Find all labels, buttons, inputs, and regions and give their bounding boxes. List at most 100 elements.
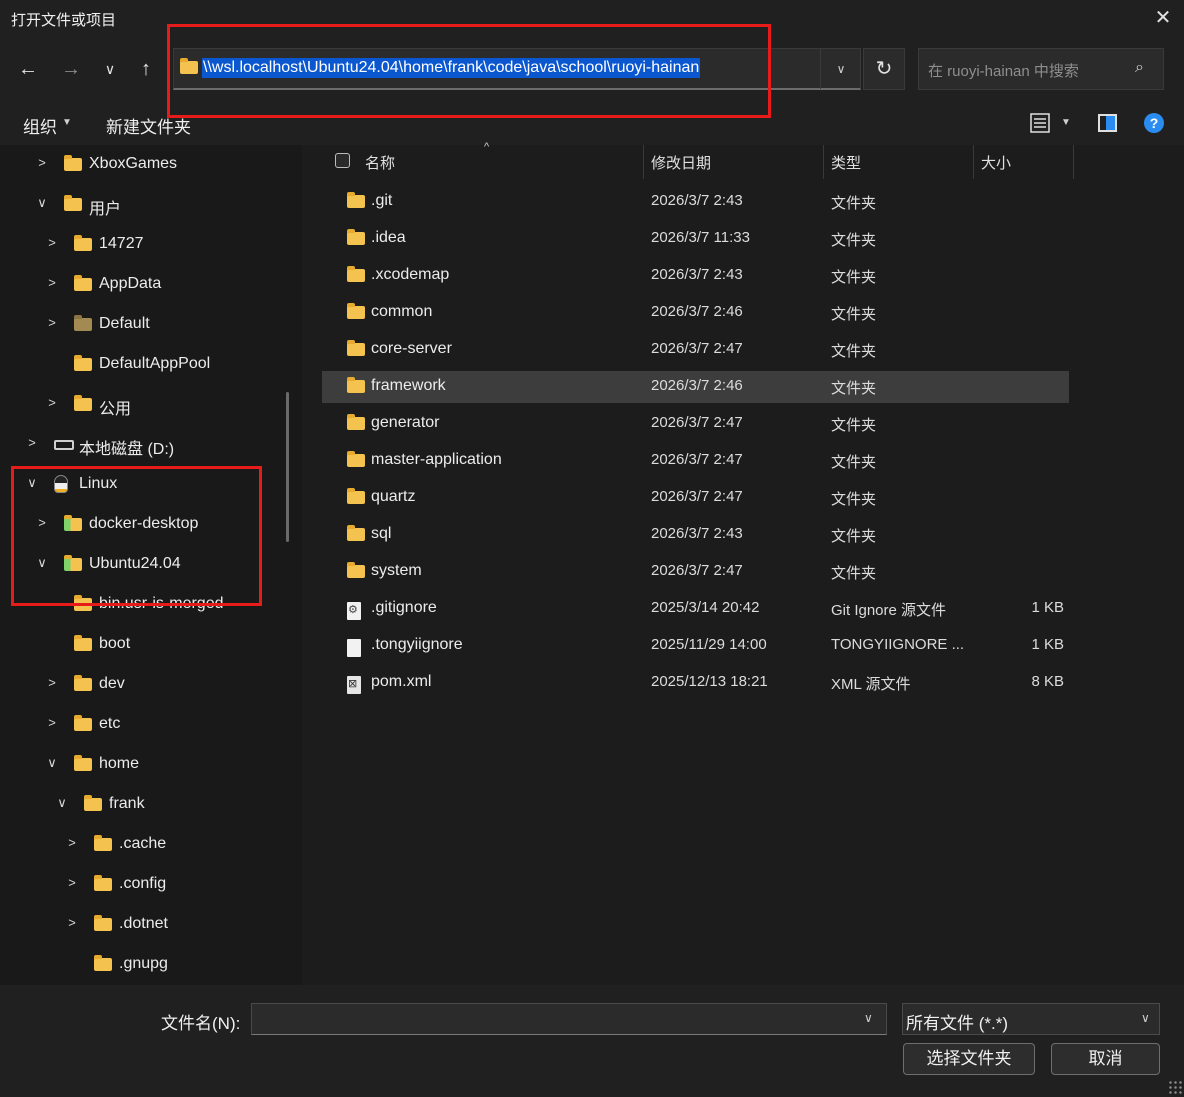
sidebar-item[interactable]: > dev: [0, 665, 300, 705]
folder-icon: [94, 875, 112, 891]
chevron-right-icon[interactable]: >: [44, 275, 60, 290]
search-input[interactable]: 在 ruoyi-hainan 中搜索 ⌕: [918, 48, 1164, 90]
preview-pane-icon[interactable]: [1098, 114, 1117, 132]
chevron-right-icon[interactable]: >: [44, 395, 60, 410]
column-header-type[interactable]: 类型: [831, 152, 861, 173]
file-name: .xcodemap: [371, 266, 450, 283]
sidebar-item[interactable]: ∨ home: [0, 745, 300, 785]
caret-down-icon[interactable]: ▼: [62, 117, 72, 128]
column-header-size[interactable]: 大小: [981, 152, 1011, 173]
chevron-down-icon[interactable]: ∨: [97, 54, 123, 84]
chevron-down-icon[interactable]: ∨: [864, 1011, 873, 1025]
sidebar-item-label: Default: [99, 315, 150, 332]
column-divider[interactable]: [1073, 145, 1074, 179]
folder-icon: [74, 715, 92, 731]
file-type-select[interactable]: 所有文件 (*.*) ∨: [902, 1003, 1160, 1035]
folder-icon: [74, 635, 92, 651]
file-row[interactable]: .git 2026/3/7 2:43 文件夹: [322, 186, 1069, 218]
sidebar-scrollbar[interactable]: [286, 392, 289, 542]
caret-down-icon[interactable]: ▼: [1061, 117, 1071, 128]
file-row[interactable]: pom.xml 2025/12/13 18:21 XML 源文件 8 KB: [322, 667, 1069, 699]
file-row[interactable]: .xcodemap 2026/3/7 2:43 文件夹: [322, 260, 1069, 292]
folder-icon: [74, 275, 92, 291]
sidebar-item[interactable]: > 公用: [0, 385, 300, 425]
arrow-up-icon[interactable]: ↑: [133, 54, 159, 84]
file-row[interactable]: framework 2026/3/7 2:46 文件夹: [322, 371, 1069, 403]
arrow-right-icon[interactable]: →: [58, 54, 84, 84]
sidebar-item[interactable]: boot: [0, 625, 300, 665]
folder-icon: [347, 562, 365, 578]
sidebar-item[interactable]: DefaultAppPool: [0, 345, 300, 385]
chevron-right-icon[interactable]: >: [44, 675, 60, 690]
sidebar-item[interactable]: > etc: [0, 705, 300, 745]
select-all-checkbox[interactable]: [335, 153, 350, 168]
sidebar-item[interactable]: > XboxGames: [0, 145, 300, 185]
sidebar-item[interactable]: .gnupg: [0, 945, 300, 985]
sidebar-item[interactable]: > .dotnet: [0, 905, 300, 945]
sidebar-item-label: 公用: [99, 401, 132, 418]
chevron-right-icon[interactable]: >: [64, 835, 80, 850]
sidebar-item[interactable]: ∨ frank: [0, 785, 300, 825]
chevron-down-icon[interactable]: ∨: [1141, 1011, 1150, 1025]
close-icon[interactable]: ✕: [1150, 4, 1176, 32]
file-type: Git Ignore 源文件: [831, 602, 947, 619]
folder-icon: [347, 340, 365, 356]
file-row[interactable]: generator 2026/3/7 2:47 文件夹: [322, 408, 1069, 440]
xml-file-icon: [347, 676, 361, 694]
file-row[interactable]: master-application 2026/3/7 2:47 文件夹: [322, 445, 1069, 477]
chevron-right-icon[interactable]: >: [64, 875, 80, 890]
search-icon[interactable]: ⌕: [1135, 59, 1144, 77]
column-divider[interactable]: [973, 145, 974, 179]
file-modified: 2026/3/7 2:47: [651, 414, 743, 431]
sidebar-item[interactable]: > .config: [0, 865, 300, 905]
file-list[interactable]: ^ 名称 修改日期 类型 大小 .git 2026/3/7 2:43 文件夹 .ide…: [302, 141, 1184, 985]
folder-icon: [74, 235, 92, 251]
file-row[interactable]: .tongyiignore 2025/11/29 14:00 TONGYIIGNOR…: [322, 630, 1069, 662]
sidebar-item[interactable]: >14727: [0, 225, 300, 265]
file-row[interactable]: sql 2026/3/7 2:43 文件夹: [322, 519, 1069, 551]
sidebar-item[interactable]: > AppData: [0, 265, 300, 305]
organize-button[interactable]: 组织: [23, 113, 57, 138]
file-row[interactable]: core-server 2026/3/7 2:47 文件夹: [322, 334, 1069, 366]
sidebar-item-label: dev: [99, 675, 125, 692]
sidebar-item[interactable]: > 本地磁盘 (D:): [0, 425, 300, 465]
chevron-down-icon[interactable]: ∨: [54, 795, 70, 811]
column-divider[interactable]: [643, 145, 644, 179]
file-row[interactable]: common 2026/3/7 2:46 文件夹: [322, 297, 1069, 329]
sidebar-item[interactable]: ∨ 用户: [0, 185, 300, 225]
cancel-button[interactable]: 取消: [1051, 1043, 1160, 1075]
chevron-down-icon[interactable]: ∨: [34, 195, 50, 211]
arrow-left-icon[interactable]: ←: [15, 54, 41, 84]
column-divider[interactable]: [823, 145, 824, 179]
view-details-icon[interactable]: [1030, 113, 1050, 133]
refresh-button[interactable]: ↻: [863, 48, 905, 90]
file-modified: 2026/3/7 2:47: [651, 340, 743, 357]
select-folder-button[interactable]: 选择文件夹: [903, 1043, 1035, 1075]
chevron-right-icon[interactable]: >: [64, 915, 80, 930]
chevron-right-icon[interactable]: >: [34, 155, 50, 170]
address-history-chevron-icon[interactable]: ∨: [820, 49, 861, 89]
chevron-right-icon[interactable]: >: [24, 435, 40, 450]
file-row[interactable]: .idea 2026/3/7 11:33 文件夹: [322, 223, 1069, 255]
chevron-down-icon[interactable]: ∨: [44, 755, 60, 771]
chevron-right-icon[interactable]: >: [44, 315, 60, 330]
filename-input[interactable]: ∨: [251, 1003, 887, 1035]
column-header-name[interactable]: 名称: [365, 152, 395, 173]
sidebar-item[interactable]: > Default: [0, 305, 300, 345]
help-icon[interactable]: ?: [1144, 113, 1164, 133]
chevron-right-icon[interactable]: >: [44, 715, 60, 730]
file-row[interactable]: quartz 2026/3/7 2:47 文件夹: [322, 482, 1069, 514]
dialog-footer: 文件名(N): ∨ 所有文件 (*.*) ∨ 选择文件夹 取消: [0, 985, 1184, 1097]
sidebar-item-label: .dotnet: [119, 915, 168, 932]
file-type: 文件夹: [831, 491, 877, 508]
resize-grip[interactable]: [1168, 1080, 1182, 1094]
sort-ascending-icon: ^: [484, 141, 490, 153]
file-row[interactable]: system 2026/3/7 2:47 文件夹: [322, 556, 1069, 588]
sidebar-item[interactable]: > .cache: [0, 825, 300, 865]
annotation-highlight-box: [11, 466, 262, 606]
file-row[interactable]: .gitignore 2025/3/14 20:42 Git Ignore 源文件 1…: [322, 593, 1069, 625]
column-header-modified[interactable]: 修改日期: [651, 152, 711, 173]
chevron-right-icon[interactable]: >: [44, 235, 60, 250]
file-modified: 2026/3/7 2:43: [651, 192, 743, 209]
folder-icon: [347, 192, 365, 208]
